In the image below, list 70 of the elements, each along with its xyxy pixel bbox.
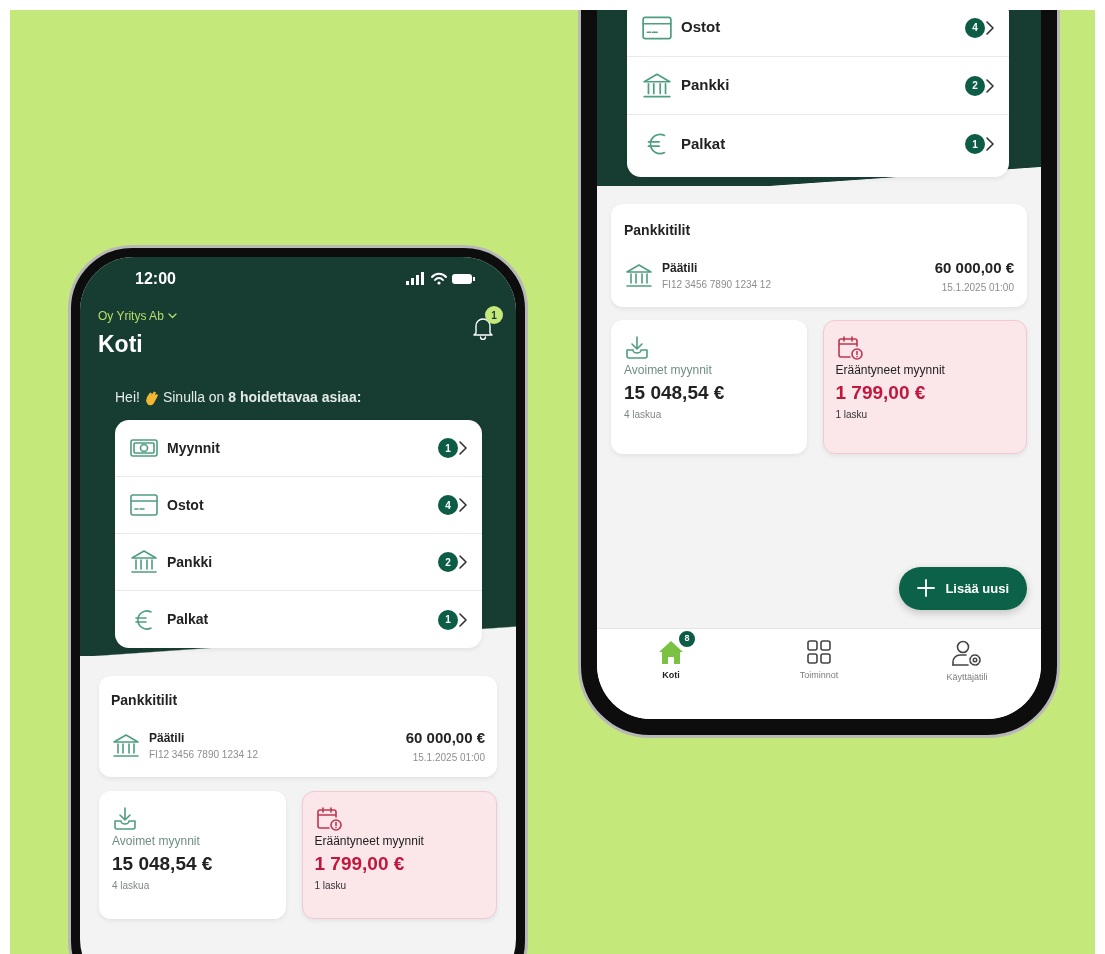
- tile-subtitle: 1 lasku: [835, 408, 869, 422]
- count-badge: 2: [438, 552, 458, 572]
- count-badge: 8: [677, 629, 697, 649]
- tile-amount: 15 048,54 €: [624, 380, 726, 405]
- section-title: Pankkitilit: [111, 691, 179, 710]
- balance-date: 15.1.2025 01:00: [412, 750, 485, 765]
- tile-amount: 1 799,00 €: [835, 380, 927, 405]
- chevron-right-icon: [985, 77, 995, 94]
- tile-amount: 15 048,54 €: [112, 851, 214, 876]
- tile-title: Erääntyneet myynnit: [835, 361, 946, 379]
- overdue-sales-card[interactable]: Erääntyneet myynnit 1 799,00 € 1 lasku: [822, 319, 1027, 454]
- tile-amount: 1 799,00 €: [314, 851, 406, 876]
- home-icon: [657, 639, 685, 665]
- count-badge: 4: [438, 495, 458, 515]
- notification-badge: 1: [485, 306, 503, 324]
- tile-title: Avoimet myynnit: [624, 361, 713, 379]
- account-name[interactable]: Päätili: [662, 259, 771, 278]
- account-name[interactable]: Päätili: [149, 729, 258, 748]
- account-balance: 60 000,00 €: [405, 728, 485, 748]
- chevron-right-icon: [458, 611, 468, 628]
- user-settings-icon: [951, 639, 983, 667]
- overdue-sales-card[interactable]: Erääntyneet myynnit 1 799,00 € 1 lasku: [301, 790, 497, 919]
- task-label[interactable]: Pankki: [681, 74, 730, 97]
- section-title: Pankkitilit: [624, 221, 692, 240]
- calendar-alert-icon: [314, 805, 343, 832]
- task-label[interactable]: Palkat: [681, 132, 726, 156]
- chevron-down-icon: [167, 313, 177, 319]
- task-label[interactable]: Palkat: [167, 609, 209, 630]
- chevron-right-icon: [458, 554, 468, 570]
- open-sales-card[interactable]: Avoimet myynnit 15 048,54 € 4 laskua: [99, 790, 286, 919]
- tile-subtitle: 1 lasku: [314, 879, 348, 893]
- download-tray-icon: [624, 334, 650, 361]
- add-new-button[interactable]: Lisää uusi: [899, 566, 1027, 610]
- chevron-right-icon: [985, 136, 995, 152]
- tile-subtitle: 4 laskua: [624, 408, 663, 422]
- chevron-right-icon: [985, 19, 995, 36]
- download-tray-icon: [112, 805, 138, 832]
- task-label[interactable]: Myynnit: [167, 437, 220, 459]
- calendar-alert-icon: [835, 334, 864, 361]
- nav-tab[interactable]: 8 Koti: [611, 629, 731, 719]
- count-badge: 1: [438, 438, 458, 458]
- waving-hand-icon: [143, 389, 159, 406]
- status-icons-drawing: [406, 272, 476, 286]
- chevron-right-icon: [458, 497, 468, 513]
- count-badge: 1: [965, 134, 985, 154]
- tile-title: Erääntyneet myynnit: [314, 832, 425, 850]
- balance-date: 15.1.2025 01:00: [941, 280, 1014, 295]
- nav-tab[interactable]: Käyttäjätili: [907, 629, 1027, 719]
- open-sales-card[interactable]: Avoimet myynnit 15 048,54 € 4 laskua: [611, 319, 807, 454]
- chevron-right-icon: [458, 440, 468, 456]
- task-label[interactable]: Ostot: [167, 494, 204, 516]
- count-badge: 4: [965, 17, 985, 38]
- page-title: Koti: [98, 330, 144, 359]
- count-badge: 1: [438, 609, 458, 630]
- plus-icon: [917, 579, 936, 598]
- company-selector[interactable]: Oy Yritys Ab: [98, 307, 164, 325]
- task-label[interactable]: Pankki: [167, 551, 213, 573]
- account-balance: 60 000,00 €: [934, 258, 1014, 278]
- greeting-hello: Hei!: [115, 388, 140, 407]
- status-time: 12:00: [135, 269, 176, 289]
- account-number: FI12 3456 7890 1234 12: [662, 278, 771, 293]
- tile-title: Avoimet myynnit: [112, 832, 201, 850]
- greeting-text: Sinulla on 8 hoidettavaa asiaa:: [162, 388, 362, 407]
- nav-tab[interactable]: Toiminnot: [759, 629, 879, 719]
- task-label[interactable]: Ostot: [681, 16, 721, 39]
- count-badge: 2: [965, 75, 985, 96]
- grid-icon: [806, 639, 832, 665]
- tile-subtitle: 4 laskua: [112, 879, 151, 893]
- account-number: FI12 3456 7890 1234 12: [149, 748, 258, 763]
- bell-icon[interactable]: [472, 315, 494, 340]
